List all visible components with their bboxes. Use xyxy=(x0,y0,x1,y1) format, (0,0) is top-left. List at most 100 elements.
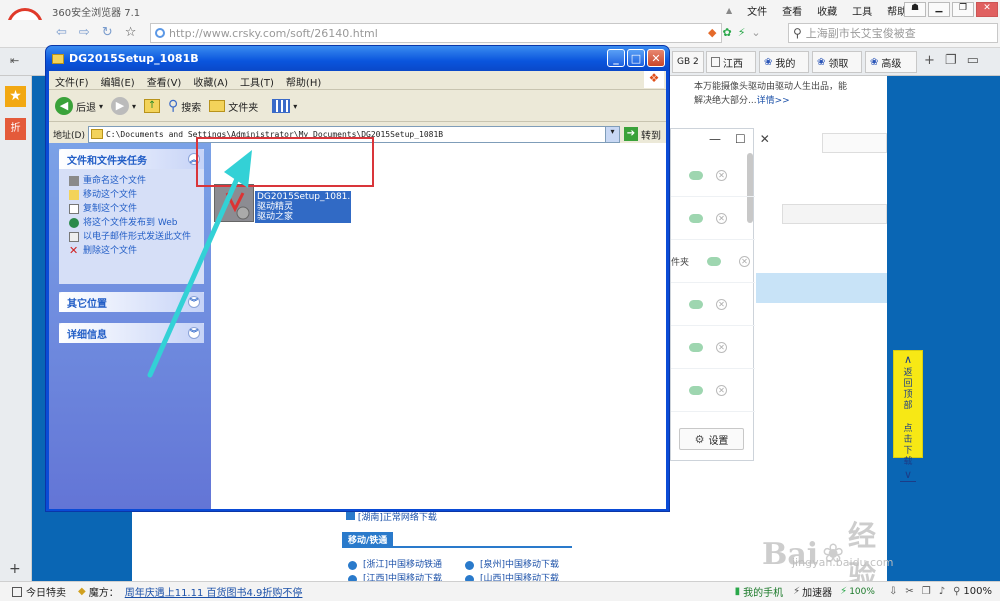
menu-favorites[interactable]: 收藏 xyxy=(817,3,837,18)
file-name: DG2015Setup_1081... xyxy=(257,192,356,202)
collapse-sidebar-icon[interactable]: ⇤ xyxy=(10,54,19,67)
file-tasks-title: 文件和文件夹任务 xyxy=(67,155,147,167)
restore-tabs-icon[interactable]: ❐ xyxy=(945,53,957,68)
accelerator[interactable]: 加速器 xyxy=(802,584,832,599)
back-arrow-icon[interactable]: ⇦ xyxy=(56,25,67,40)
menu-file[interactable]: 文件 xyxy=(747,3,767,18)
file-row[interactable]: ✕ xyxy=(671,283,755,326)
details-link[interactable]: 详情>> xyxy=(757,96,790,106)
globe-icon xyxy=(465,560,474,570)
xp-menu-favorites[interactable]: 收藏(A) xyxy=(193,74,228,89)
promo-link[interactable]: 周年庆遇上11.11 百货图书4.9折购不停 xyxy=(125,584,303,599)
screenshot-icon[interactable]: ✂ xyxy=(905,586,913,597)
selected-file-label[interactable]: DG2015Setup_1081... 驱动精灵 驱动之家 xyxy=(255,191,356,223)
tab-advanced[interactable]: ❀ 高级 xyxy=(865,51,917,73)
menu-view[interactable]: 查看 xyxy=(782,3,802,18)
click-download[interactable]: 点击下载 xyxy=(901,424,915,468)
file-row[interactable]: ✕ xyxy=(671,197,755,240)
blurb-line1: 本万能摄像头驱动由驱动人生出品，能 xyxy=(694,82,848,92)
dropdown-icon[interactable]: ⌄ xyxy=(751,26,760,39)
lightning-icon[interactable]: ⚡ xyxy=(738,26,746,39)
xp-menu-tools[interactable]: 工具(T) xyxy=(240,74,274,89)
search-box[interactable]: ⚲ 上海副市长艾宝俊被查 xyxy=(788,23,998,43)
up-folder-button[interactable]: ↑ xyxy=(144,99,161,113)
zoom-level[interactable]: 100% xyxy=(963,586,992,597)
file-row[interactable]: ✕ xyxy=(671,369,755,412)
minimize-icon[interactable]: ▁ xyxy=(928,2,950,17)
tab-list-icon[interactable]: ▭ xyxy=(967,53,979,68)
tab-mine[interactable]: ❀ 我的 xyxy=(759,51,809,73)
panel-close-icon[interactable]: ✕ xyxy=(760,132,770,146)
tab-claim[interactable]: ❀ 领取 xyxy=(812,51,862,73)
menu-tools[interactable]: 工具 xyxy=(852,3,872,18)
xp-menu-view[interactable]: 查看(V) xyxy=(147,74,182,89)
file-list-area: DG2015Setup_1081... 驱动精灵 驱动之家 xyxy=(211,143,666,509)
remove-icon[interactable]: ✕ xyxy=(716,212,727,224)
settings-button[interactable]: ⚙ 设置 xyxy=(679,428,744,450)
download-link[interactable]: [浙江]中国移动铁通 xyxy=(363,558,459,572)
xp-menu-file[interactable]: 文件(F) xyxy=(55,74,89,89)
today-deals[interactable]: 今日特卖 xyxy=(26,584,66,599)
delete-icon: ✕ xyxy=(69,244,79,257)
tab-gb[interactable]: GB 2 xyxy=(672,51,704,73)
task-label: 删除这个文件 xyxy=(83,246,138,256)
download-link[interactable]: [泉州]中国移动下载 xyxy=(480,558,559,572)
site-info-icon xyxy=(155,28,165,38)
favorite-star-icon[interactable]: ☆ xyxy=(125,25,137,40)
favorites-star-icon[interactable]: ★ xyxy=(5,86,26,107)
dropdown-icon: ▾ xyxy=(132,101,137,111)
maximize-icon[interactable]: ❐ xyxy=(952,2,974,17)
tab-jiangxi[interactable]: 江西 xyxy=(706,51,756,73)
forward-arrow-icon[interactable]: ⇨ xyxy=(79,25,90,40)
file-row[interactable]: ✕ xyxy=(671,326,755,369)
search-text[interactable]: 上海副市长艾宝俊被查 xyxy=(806,25,916,41)
close-icon[interactable]: ✕ xyxy=(976,2,998,17)
xp-minimize-icon[interactable]: _ xyxy=(607,49,625,67)
zoom-icon[interactable]: ⚲ xyxy=(953,586,960,597)
skin-icon[interactable]: ☗ xyxy=(904,2,926,17)
download-icon[interactable]: ⇩ xyxy=(889,586,897,597)
back-arrow-icon: ◀ xyxy=(55,97,73,115)
search-button[interactable]: ⚲ 搜索 xyxy=(168,98,201,114)
browser-menu: ▲ 文件 查看 收藏 工具 帮助 xyxy=(726,3,907,18)
sound-icon[interactable]: ♪ xyxy=(939,586,945,597)
views-button[interactable]: ▾ xyxy=(272,99,297,113)
rss-icon[interactable]: ◆ xyxy=(708,26,716,39)
back-button[interactable]: ◀ 后退 ▾ xyxy=(55,97,103,115)
xp-menu-help[interactable]: 帮助(H) xyxy=(286,74,321,89)
cloud-icon xyxy=(689,299,703,309)
panel-maximize-icon[interactable]: ☐ xyxy=(735,132,746,146)
remove-icon[interactable]: ✕ xyxy=(739,255,751,267)
safe-icon[interactable]: ✿ xyxy=(722,26,731,39)
chevron-down-icon[interactable]: ∨ xyxy=(900,468,916,482)
my-phone[interactable]: 我的手机 xyxy=(743,584,783,599)
folders-button[interactable]: 文件夹 xyxy=(209,99,258,114)
go-button[interactable]: ➔ 转到 xyxy=(623,127,661,142)
remove-icon[interactable]: ✕ xyxy=(716,341,727,353)
other-places-title: 其它位置 xyxy=(67,298,107,310)
chevron-up-icon[interactable]: ∧ xyxy=(894,353,922,366)
url-text[interactable]: http://www.crsky.com/soft/26140.html xyxy=(169,27,378,40)
remove-icon[interactable]: ✕ xyxy=(716,169,727,181)
forward-button[interactable]: ▶ ▾ xyxy=(111,97,136,115)
add-sidebar-icon[interactable]: + xyxy=(9,561,21,577)
file-row[interactable]: ✕ xyxy=(671,154,755,197)
remove-icon[interactable]: ✕ xyxy=(716,384,727,396)
remove-icon[interactable]: ✕ xyxy=(716,298,727,310)
dropdown-icon[interactable]: ▾ xyxy=(604,126,619,142)
xp-close-icon[interactable]: ✕ xyxy=(647,49,665,67)
discount-icon[interactable]: 折 xyxy=(5,118,26,140)
gear-icon: ⚙ xyxy=(694,432,705,446)
globe-icon xyxy=(348,560,357,570)
window-icon[interactable]: ❐ xyxy=(922,586,931,597)
address-bar[interactable]: http://www.crsky.com/soft/26140.html xyxy=(150,23,722,43)
xp-maximize-icon[interactable]: □ xyxy=(627,49,645,67)
new-tab-icon[interactable]: + xyxy=(924,53,935,68)
file-row[interactable]: 件夹 ✕ xyxy=(671,240,755,283)
refresh-icon[interactable]: ↻ xyxy=(102,25,113,40)
hunan-link[interactable]: [湖南]正常网络下载 xyxy=(358,513,437,523)
back-to-top[interactable]: 返回顶部 xyxy=(901,368,915,412)
xp-menu-edit[interactable]: 编辑(E) xyxy=(101,74,135,89)
side-float-bar: ∧ 返回顶部 点击下载 ∨ xyxy=(893,350,923,482)
panel-minimize-icon[interactable]: — xyxy=(709,132,721,146)
